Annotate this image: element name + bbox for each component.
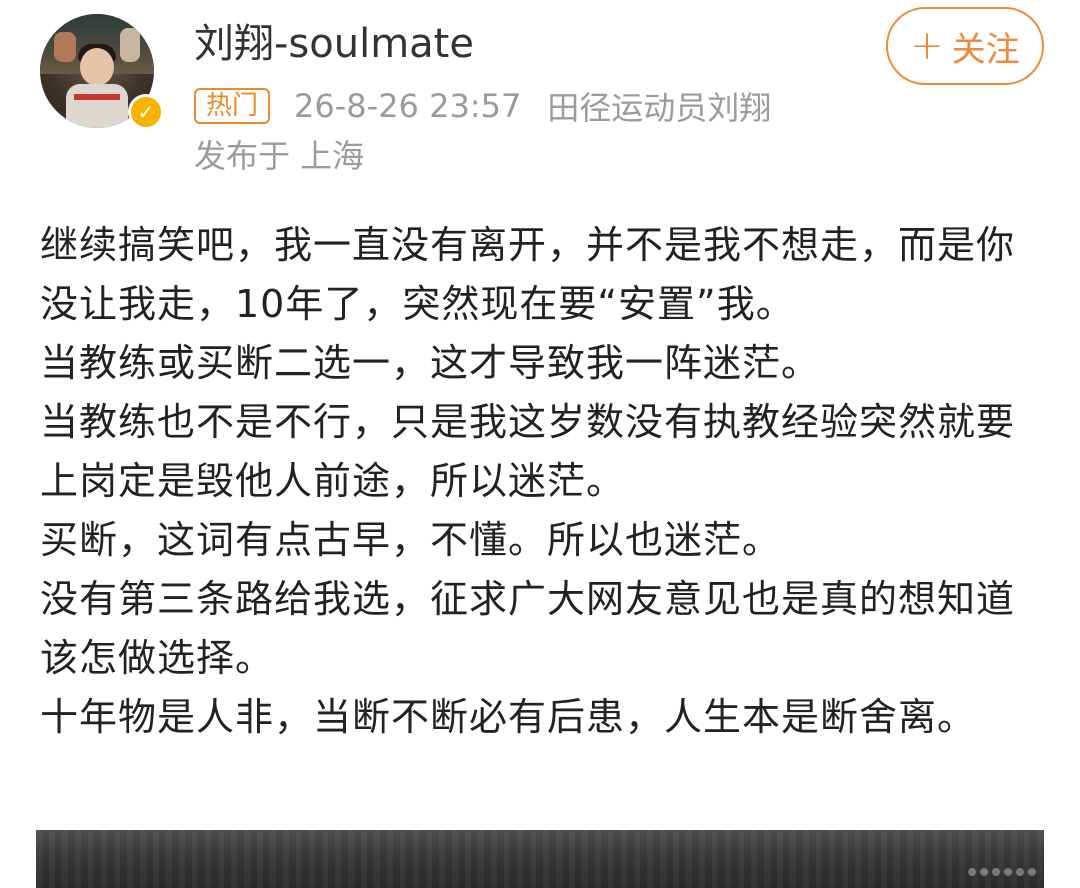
post-paragraph: 当教练也不是不行，只是我这岁数没有执教经验突然就要上岗定是毁他人前途，所以迷茫。 [40,400,1016,503]
post-location: 发布于 上海 [194,137,365,175]
post-image-preview[interactable] [36,830,1044,888]
post-paragraph: 当教练或买断二选一，这才导致我一阵迷茫。 [40,341,821,385]
post-paragraph: 十年物是人非，当断不断必有后患，人生本是断舍离。 [40,695,977,739]
post-source: 田径运动员刘翔 [547,89,772,127]
plus-icon: + [910,23,944,69]
post-meta: 热门 26-8-26 23:57 田径运动员刘翔 [194,86,772,127]
post-timestamp: 26-8-26 23:57 [294,87,522,125]
post-paragraph: 买断，这词有点古早，不懂。所以也迷茫。 [40,518,782,562]
verified-badge-icon: ✓ [128,94,164,130]
follow-button-label: 关注 [951,29,1020,70]
hot-tag: 热门 [194,88,271,124]
watermark-dots [916,862,1036,882]
author-avatar[interactable]: ✓ [40,14,164,132]
author-name[interactable]: 刘翔-soulmate [194,18,474,70]
follow-button[interactable]: + 关注 [886,7,1044,85]
weibo-post: ✓ 刘翔-soulmate 热门 26-8-26 23:57 田径运动员刘翔 发… [0,0,1080,888]
post-content: 继续搞笑吧，我一直没有离开，并不是我不想走，而是你没让我走，10年了，突然现在要… [40,216,1040,747]
post-paragraph: 继续搞笑吧，我一直没有离开，并不是我不想走，而是你没让我走，10年了，突然现在要… [40,223,1016,326]
post-paragraph: 没有第三条路给我选，征求广大网友意见也是真的想知道该怎做选择。 [40,577,1016,680]
